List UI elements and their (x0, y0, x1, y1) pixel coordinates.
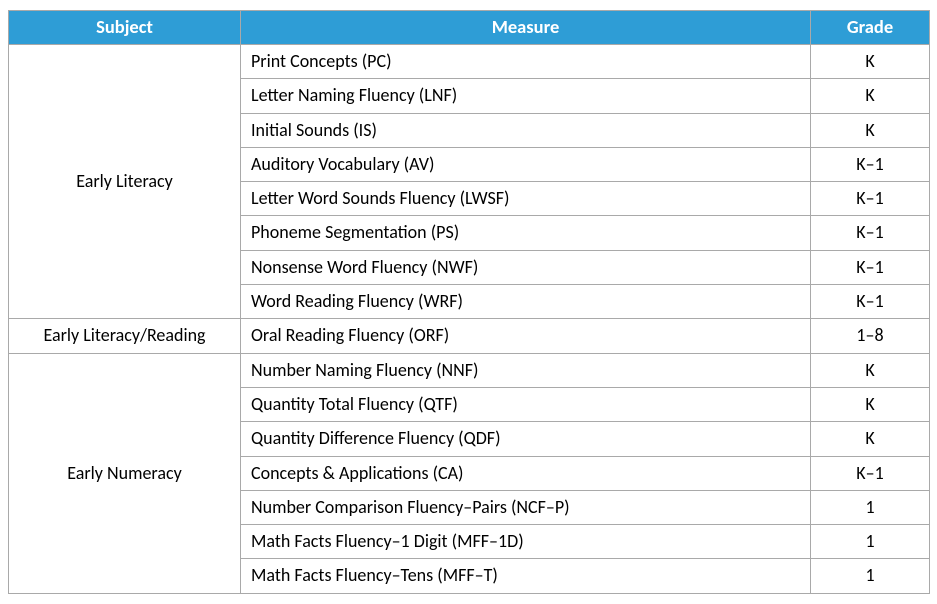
grade-cell: K–1 (811, 147, 930, 181)
measure-cell: Math Facts Fluency–Tens (MFF–T) (241, 559, 811, 593)
grade-cell: K–1 (811, 250, 930, 284)
table-row: Early LiteracyPrint Concepts (PC)K (9, 45, 930, 79)
grade-cell: 1 (811, 490, 930, 524)
measure-cell: Quantity Total Fluency (QTF) (241, 387, 811, 421)
measure-cell: Oral Reading Fluency (ORF) (241, 319, 811, 353)
grade-cell: 1–8 (811, 319, 930, 353)
table-body: Early LiteracyPrint Concepts (PC)KLetter… (9, 45, 930, 594)
measure-cell: Math Facts Fluency–1 Digit (MFF–1D) (241, 525, 811, 559)
grade-cell: K–1 (811, 216, 930, 250)
grade-cell: K (811, 79, 930, 113)
grade-cell: K (811, 113, 930, 147)
measures-table: Subject Measure Grade Early LiteracyPrin… (8, 10, 930, 594)
measure-cell: Word Reading Fluency (WRF) (241, 285, 811, 319)
header-measure: Measure (241, 11, 811, 45)
grade-cell: K–1 (811, 182, 930, 216)
table-header-row: Subject Measure Grade (9, 11, 930, 45)
measure-cell: Concepts & Applications (CA) (241, 456, 811, 490)
measure-cell: Nonsense Word Fluency (NWF) (241, 250, 811, 284)
table-row: Early NumeracyNumber Naming Fluency (NNF… (9, 353, 930, 387)
header-grade: Grade (811, 11, 930, 45)
grade-cell: K–1 (811, 456, 930, 490)
subject-cell: Early Literacy/Reading (9, 319, 241, 353)
grade-cell: K–1 (811, 285, 930, 319)
measure-cell: Number Comparison Fluency–Pairs (NCF–P) (241, 490, 811, 524)
measure-cell: Initial Sounds (IS) (241, 113, 811, 147)
table-row: Early Literacy/ReadingOral Reading Fluen… (9, 319, 930, 353)
grade-cell: K (811, 353, 930, 387)
measure-cell: Number Naming Fluency (NNF) (241, 353, 811, 387)
measure-cell: Letter Word Sounds Fluency (LWSF) (241, 182, 811, 216)
measure-cell: Auditory Vocabulary (AV) (241, 147, 811, 181)
grade-cell: 1 (811, 525, 930, 559)
grade-cell: K (811, 45, 930, 79)
subject-cell: Early Literacy (9, 45, 241, 319)
grade-cell: K (811, 387, 930, 421)
subject-cell: Early Numeracy (9, 353, 241, 593)
grade-cell: 1 (811, 559, 930, 593)
measure-cell: Phoneme Segmentation (PS) (241, 216, 811, 250)
header-subject: Subject (9, 11, 241, 45)
measure-cell: Letter Naming Fluency (LNF) (241, 79, 811, 113)
measure-cell: Print Concepts (PC) (241, 45, 811, 79)
grade-cell: K (811, 422, 930, 456)
measure-cell: Quantity Difference Fluency (QDF) (241, 422, 811, 456)
